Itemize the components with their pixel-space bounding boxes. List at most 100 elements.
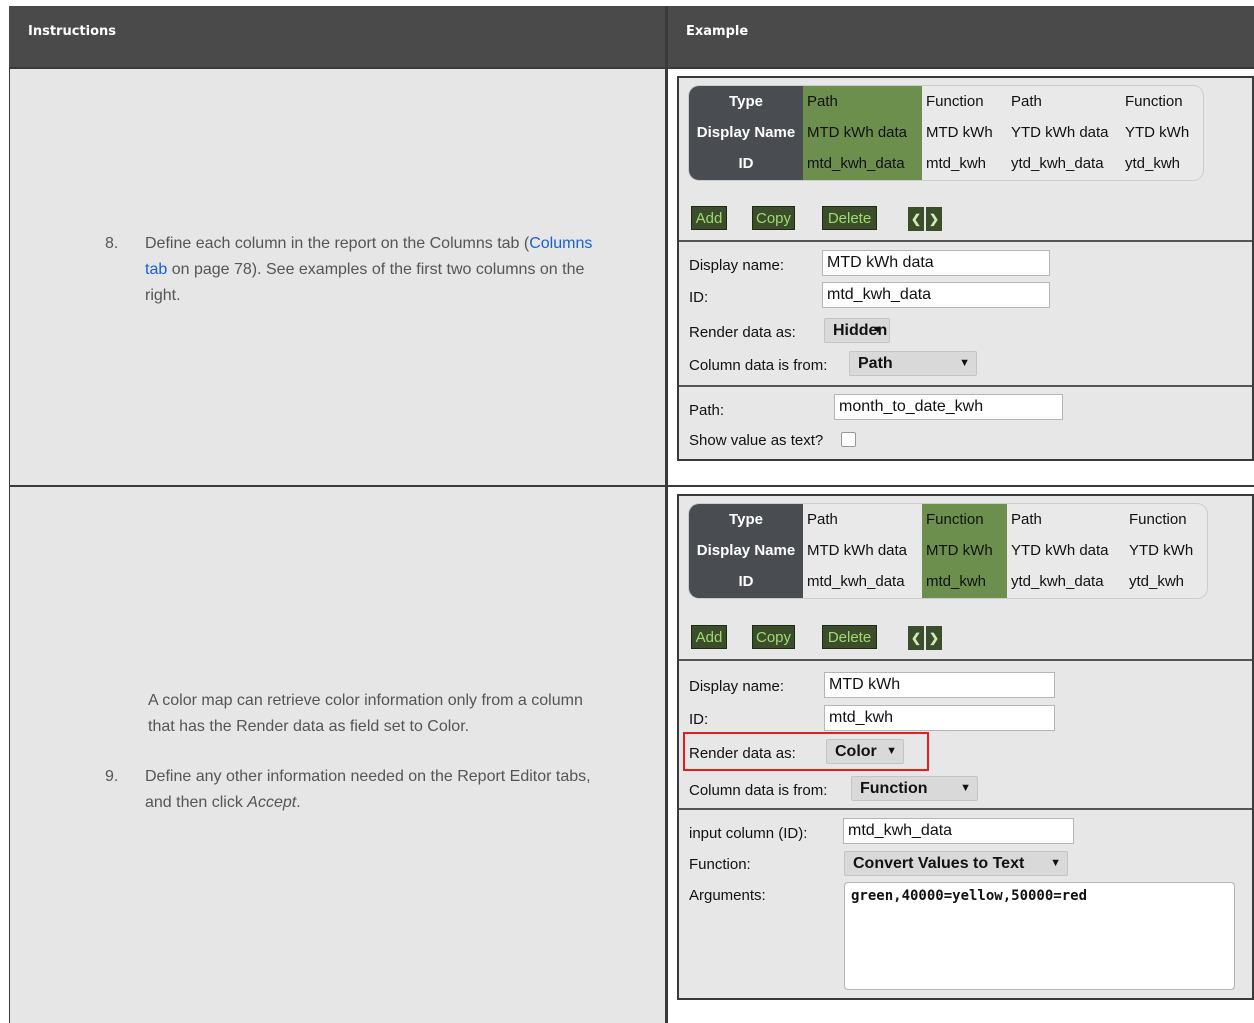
step-text: and then click xyxy=(145,794,248,811)
table-cell[interactable]: Path xyxy=(803,86,922,117)
column-data-from-value: Function xyxy=(860,780,928,797)
table-cell[interactable]: YTD kWh data xyxy=(1007,117,1121,148)
add-button[interactable]: Add xyxy=(691,206,727,230)
show-as-text-checkbox[interactable] xyxy=(841,432,856,447)
step-line: Define each column in the report on the … xyxy=(145,231,665,257)
column-editor-1: Type Display Name ID Path MTD kWh data m… xyxy=(677,76,1254,461)
input-column-input[interactable]: mtd_kwh_data xyxy=(843,818,1074,844)
divider xyxy=(679,808,1252,810)
table-cell[interactable]: MTD kWh data xyxy=(803,117,922,148)
function-value: Convert Values to Text xyxy=(853,855,1025,872)
column-data-from-label: Column data is from: xyxy=(689,357,828,374)
id-input[interactable]: mtd_kwh xyxy=(824,705,1055,731)
column-data-from-select[interactable]: Path ▼ xyxy=(849,351,977,376)
arguments-textarea[interactable]: green,40000=yellow,50000=red xyxy=(844,882,1235,990)
dropdown-arrow-icon: ▼ xyxy=(872,324,883,336)
accept-term: Accept xyxy=(247,794,297,811)
row-label-id: ID xyxy=(689,566,803,598)
table-cell[interactable]: ytd_kwh_data xyxy=(1007,566,1125,597)
id-label: ID: xyxy=(689,711,709,728)
column-data-from-value: Path xyxy=(858,355,893,372)
divider xyxy=(679,659,1252,661)
input-column-label: input column (ID): xyxy=(689,825,808,842)
dropdown-arrow-icon: ▼ xyxy=(959,357,970,369)
grid-line xyxy=(9,485,1254,487)
step-line: Define any other information needed on t… xyxy=(145,768,591,785)
delete-button[interactable]: Delete xyxy=(822,625,877,649)
add-button[interactable]: Add xyxy=(691,625,727,649)
instructions-table: Instructions Example 8. Define each colu… xyxy=(9,6,1254,1023)
chevron-right-icon[interactable]: ❯ xyxy=(926,207,942,231)
path-input[interactable]: month_to_date_kwh xyxy=(834,394,1063,420)
copy-button[interactable]: Copy xyxy=(752,625,795,649)
step-line: and then click Accept. xyxy=(145,790,665,816)
table-cell[interactable]: Path xyxy=(1007,86,1121,117)
row2-instruction-cell xyxy=(10,487,665,1023)
table-cell[interactable]: mtd_kwh xyxy=(922,148,1007,179)
table-cell[interactable]: MTD kWh xyxy=(922,117,1007,148)
row-label-display-name: Display Name xyxy=(689,535,803,566)
display-name-input[interactable]: MTD kWh xyxy=(824,672,1055,698)
columns-table: Type Display Name ID Path MTD kWh data m… xyxy=(689,86,1203,180)
table-cell[interactable]: ytd_kwh xyxy=(1125,566,1207,597)
grid-line xyxy=(665,6,668,1023)
dropdown-arrow-icon: ▼ xyxy=(1050,857,1061,869)
display-name-label: Display name: xyxy=(689,678,785,695)
step-line: right. xyxy=(145,287,181,304)
arguments-label: Arguments: xyxy=(689,887,766,904)
column-data-from-label: Column data is from: xyxy=(689,782,828,799)
columns-tab-link[interactable]: Columns xyxy=(529,235,592,252)
table-cell[interactable]: Path xyxy=(803,504,922,535)
display-name-input[interactable]: MTD kWh data xyxy=(822,250,1050,276)
note-line: that has the Render data as field set to… xyxy=(148,718,470,735)
table-cell[interactable]: Path xyxy=(1007,504,1125,535)
step-number: 8. xyxy=(105,235,119,252)
table-cell[interactable]: MTD kWh data xyxy=(803,535,922,566)
header-example-label: Example xyxy=(686,24,749,39)
row-label-id: ID xyxy=(689,148,803,180)
id-input[interactable]: mtd_kwh_data xyxy=(822,282,1050,308)
header-instructions: Instructions xyxy=(9,6,665,68)
step-8: 8. Define each column in the report on t… xyxy=(105,231,665,311)
header-instructions-label: Instructions xyxy=(28,24,117,39)
table-cell[interactable]: YTD kWh xyxy=(1121,117,1203,148)
table-cell[interactable]: YTD kWh data xyxy=(1007,535,1125,566)
chevron-left-icon[interactable]: ❮ xyxy=(908,626,924,650)
grid-line xyxy=(9,67,1254,69)
table-cell[interactable]: mtd_kwh_data xyxy=(803,148,922,180)
table-cell[interactable]: mtd_kwh_data xyxy=(803,566,922,597)
chevron-right-icon[interactable]: ❯ xyxy=(926,626,942,650)
copy-button[interactable]: Copy xyxy=(752,206,795,230)
columns-tab-link-cont[interactable]: tab xyxy=(145,261,167,278)
chevron-left-icon[interactable]: ❮ xyxy=(908,207,924,231)
note: A color map can retrieve color informati… xyxy=(148,688,658,740)
row-label-type: Type xyxy=(689,86,803,117)
table-cell[interactable]: Function xyxy=(922,504,1007,535)
divider xyxy=(679,385,1252,387)
table-cell[interactable]: mtd_kwh xyxy=(922,566,1007,598)
path-label: Path: xyxy=(689,402,725,419)
step-number: 9. xyxy=(105,768,119,785)
id-label: ID: xyxy=(689,289,709,306)
header-example: Example xyxy=(668,6,1254,68)
table-cell[interactable]: Function xyxy=(1121,86,1203,117)
table-cell[interactable]: YTD kWh xyxy=(1125,535,1207,566)
columns-table: Type Display Name ID Path MTD kWh data m… xyxy=(689,504,1207,598)
row-label-display-name: Display Name xyxy=(689,117,803,148)
show-as-text-label: Show value as text? xyxy=(689,432,824,449)
function-select[interactable]: Convert Values to Text ▼ xyxy=(844,851,1068,876)
table-cell[interactable]: ytd_kwh xyxy=(1121,148,1203,179)
table-cell[interactable]: MTD kWh xyxy=(922,535,1007,566)
render-data-select[interactable]: Hidden ▼ xyxy=(824,318,890,343)
table-cell[interactable]: Function xyxy=(922,86,1007,117)
delete-button[interactable]: Delete xyxy=(822,206,877,230)
grid-line xyxy=(9,68,10,1023)
step-9: 9. Define any other information needed o… xyxy=(105,764,665,824)
table-cell[interactable]: Function xyxy=(1125,504,1207,535)
step-text: on page 78). See examples of the first t… xyxy=(167,261,585,278)
table-cell[interactable]: ytd_kwh_data xyxy=(1007,148,1121,179)
display-name-label: Display name: xyxy=(689,257,785,274)
column-data-from-select[interactable]: Function ▼ xyxy=(851,776,978,801)
render-data-label: Render data as: xyxy=(689,324,796,341)
step-text: . xyxy=(296,794,301,811)
